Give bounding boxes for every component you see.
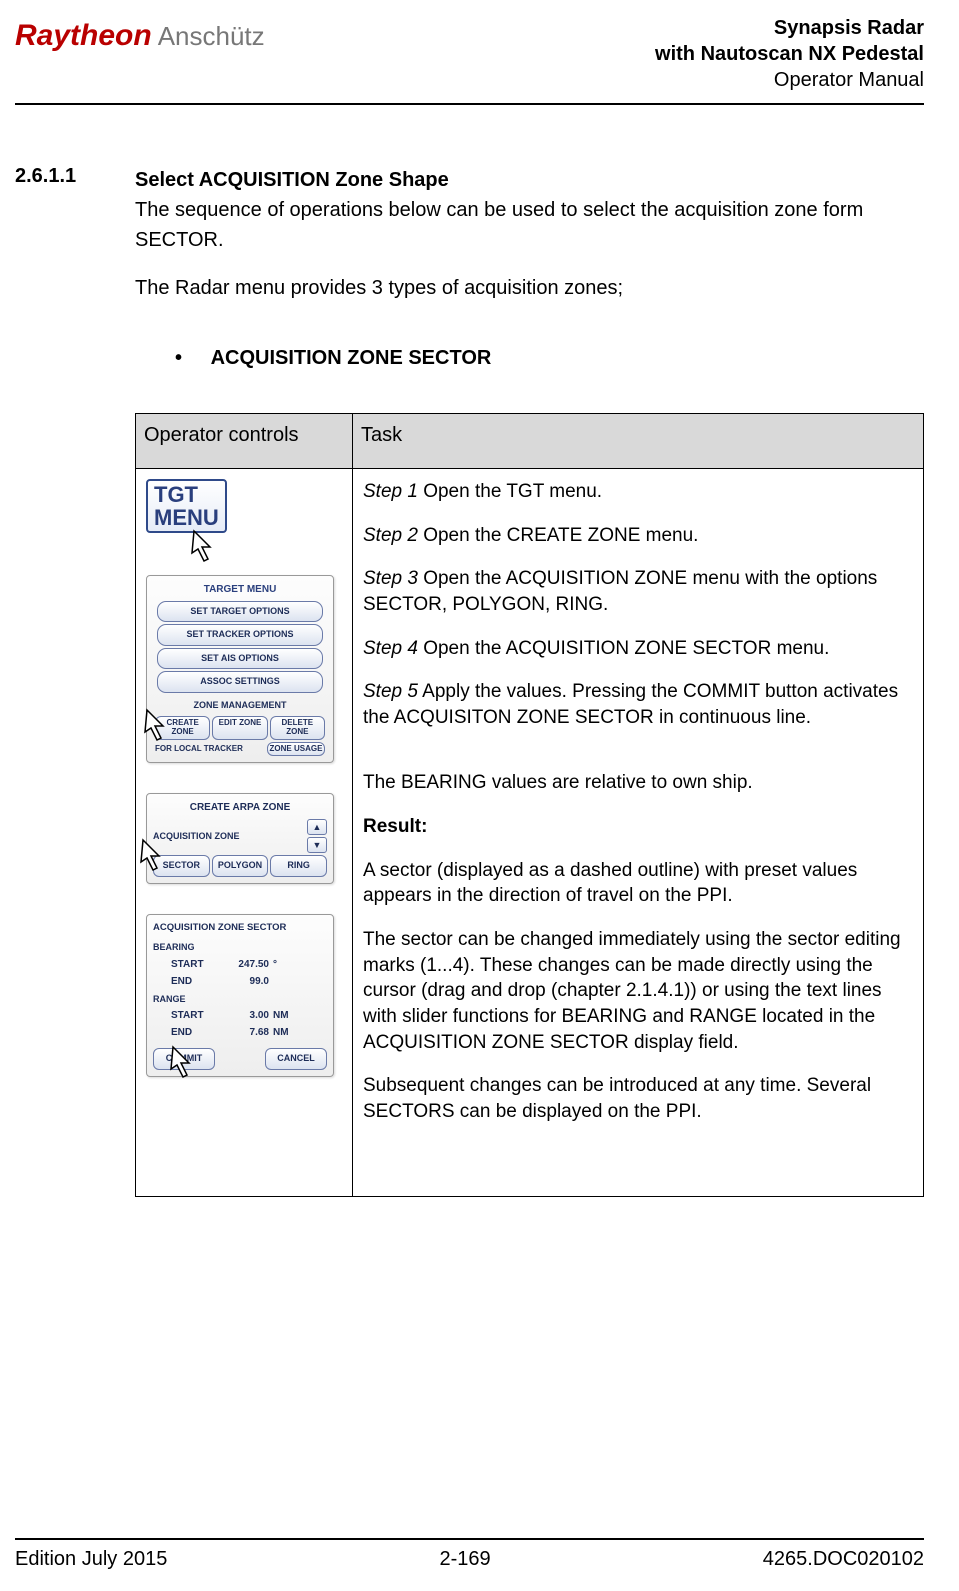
step-1: Step 1 Open the TGT menu. — [363, 479, 913, 505]
bearing-end-row[interactable]: END 99.0 — [151, 974, 329, 991]
assoc-settings-button[interactable]: ASSOC SETTINGS — [157, 671, 323, 693]
range-start-value: 3.00 — [221, 1008, 269, 1023]
doc-title-line2: with Nautoscan NX Pedestal — [655, 41, 924, 67]
header-rule — [15, 103, 924, 105]
section-para-1: The sequence of operations below can be … — [135, 195, 924, 255]
range-start-label: START — [171, 1008, 221, 1023]
logo-primary: Raytheon — [15, 19, 152, 52]
range-end-label: END — [171, 1025, 221, 1040]
result-para-3: Subsequent changes can be introduced at … — [363, 1073, 913, 1124]
bullet-item: • ACQUISITION ZONE SECTOR — [175, 343, 924, 373]
section-title: Select ACQUISITION Zone Shape — [135, 165, 924, 195]
bearing-note: The BEARING values are relative to own s… — [363, 770, 913, 796]
bearing-group-label: BEARING — [151, 939, 329, 957]
range-end-unit: NM — [269, 1025, 301, 1040]
set-ais-options-button[interactable]: SET AIS OPTIONS — [157, 648, 323, 670]
page-header: RaytheonAnschütz Synapsis Radar with Nau… — [15, 15, 924, 93]
result-para-1: A sector (displayed as a dashed outline)… — [363, 858, 913, 909]
footer-doc-id: 4265.DOC020102 — [763, 1548, 924, 1571]
cursor-arrow-icon — [186, 527, 226, 577]
sector-panel-title: ACQUISITION ZONE SECTOR — [151, 919, 329, 939]
footer-rule — [15, 1538, 924, 1540]
bearing-start-unit: ° — [269, 957, 301, 972]
cursor-arrow-icon — [165, 1043, 205, 1088]
section-para-2: The Radar menu provides 3 types of acqui… — [135, 273, 924, 303]
page-footer: Edition July 2015 2-169 4265.DOC020102 — [15, 1530, 924, 1572]
bearing-end-value: 99.0 — [221, 974, 269, 989]
bullet-text: ACQUISITION ZONE SECTOR — [211, 347, 492, 369]
create-arpa-zone-panel: CREATE ARPA ZONE ACQUISITION ZONE ▲ ▼ SE… — [146, 793, 334, 884]
acquisition-zone-sector-panel: ACQUISITION ZONE SECTOR BEARING START 24… — [146, 914, 334, 1077]
zone-usage-button[interactable]: ZONE USAGE — [267, 742, 325, 757]
footer-page-number: 2-169 — [439, 1548, 490, 1571]
footer-edition: Edition July 2015 — [15, 1548, 167, 1571]
section-number: 2.6.1.1 — [15, 165, 105, 1197]
target-menu-title: TARGET MENU — [151, 580, 329, 599]
col-head-operator-controls: Operator controls — [136, 414, 353, 469]
target-menu-panel: TARGET MENU SET TARGET OPTIONS SET TRACK… — [146, 575, 334, 764]
ring-button[interactable]: RING — [270, 855, 327, 877]
bullet-dot-icon: • — [175, 343, 205, 373]
bearing-start-value: 247.50 — [221, 957, 269, 972]
bearing-end-label: END — [171, 974, 221, 989]
polygon-button[interactable]: POLYGON — [212, 855, 269, 877]
cursor-arrow-icon — [139, 706, 179, 756]
range-end-row[interactable]: END 7.68 NM — [151, 1025, 329, 1042]
bearing-start-label: START — [171, 957, 221, 972]
result-para-2: The sector can be changed immediately us… — [363, 927, 913, 1055]
col-head-task: Task — [353, 414, 924, 469]
step-3: Step 3 Open the ACQUISITION ZONE menu wi… — [363, 566, 913, 617]
range-start-row[interactable]: START 3.00 NM — [151, 1008, 329, 1025]
doc-title-line1: Synapsis Radar — [655, 15, 924, 41]
step-2: Step 2 Open the CREATE ZONE menu. — [363, 523, 913, 549]
create-arpa-zone-title: CREATE ARPA ZONE — [151, 798, 329, 817]
tgt-menu-line1: TGT — [154, 482, 198, 507]
bearing-start-row[interactable]: START 247.50 ° — [151, 957, 329, 974]
operator-controls-cell: TGT MENU TARGET MENU SET TARGET OPTIONS — [136, 469, 353, 1197]
tgt-menu-button[interactable]: TGT MENU — [146, 479, 227, 533]
step-4: Step 4 Open the ACQUISITION ZONE SECTOR … — [363, 636, 913, 662]
document-title-block: Synapsis Radar with Nautoscan NX Pedesta… — [655, 15, 924, 93]
cancel-button[interactable]: CANCEL — [265, 1048, 327, 1070]
range-end-value: 7.68 — [221, 1025, 269, 1040]
spinner-up-button[interactable]: ▲ — [307, 819, 327, 835]
doc-title-line3: Operator Manual — [655, 67, 924, 93]
step-5: Step 5 Apply the values. Pressing the CO… — [363, 679, 913, 730]
spinner-down-button[interactable]: ▼ — [307, 837, 327, 853]
range-group-label: RANGE — [151, 991, 329, 1009]
bearing-end-unit — [269, 974, 301, 989]
cursor-arrow-icon — [135, 836, 175, 886]
result-heading: Result: — [363, 814, 913, 840]
range-start-unit: NM — [269, 1008, 301, 1023]
brand-logo: RaytheonAnschütz — [15, 19, 265, 53]
delete-zone-button[interactable]: DELETE ZONE — [270, 716, 325, 740]
logo-secondary: Anschütz — [158, 21, 265, 51]
acquisition-zone-label: ACQUISITION ZONE — [153, 830, 303, 844]
edit-zone-button[interactable]: EDIT ZONE — [212, 716, 267, 740]
set-target-options-button[interactable]: SET TARGET OPTIONS — [157, 601, 323, 623]
set-tracker-options-button[interactable]: SET TRACKER OPTIONS — [157, 624, 323, 646]
task-cell: Step 1 Open the TGT menu. Step 2 Open th… — [353, 469, 924, 1197]
operator-task-table: Operator controls Task TGT MENU — [135, 413, 924, 1197]
